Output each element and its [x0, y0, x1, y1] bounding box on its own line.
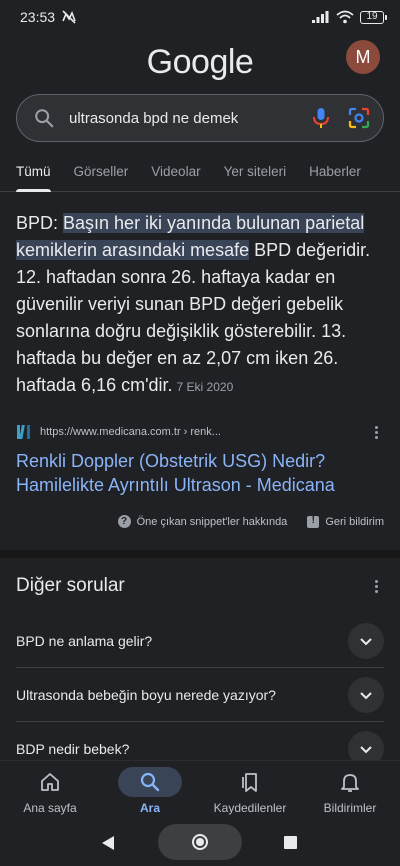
feedback-link[interactable]: Geri bildirim: [307, 515, 384, 528]
tab-all[interactable]: Tümü: [16, 156, 51, 192]
recent-apps-icon[interactable]: [284, 836, 297, 849]
account-avatar[interactable]: M: [346, 40, 380, 74]
related-questions: Diğer sorular BPD ne anlama gelir? Ultra…: [0, 558, 400, 776]
wifi-icon: [336, 10, 354, 24]
bottom-navigation: Ana sayfa Ara Kaydedilenler Bildirimler: [0, 760, 400, 824]
question-text: Ultrasonda bebeğin boyu nerede yazıyor?: [16, 686, 276, 703]
tab-images[interactable]: Görseller: [74, 156, 129, 191]
status-time: 23:53: [20, 9, 56, 25]
dnd-off-icon: [62, 10, 76, 24]
system-navigation-bar: [0, 824, 400, 866]
google-logo[interactable]: Google: [147, 43, 254, 82]
question-text: BPD ne anlama gelir?: [16, 632, 153, 649]
header: Google M: [0, 34, 400, 94]
nav-saved-label: Kaydedilenler: [213, 801, 287, 815]
more-options-icon[interactable]: [368, 577, 384, 595]
featured-snippet: BPD: Başın her iki yanında bulunan parie…: [0, 192, 400, 401]
related-questions-title: Diğer sorular: [16, 575, 125, 596]
microphone-icon[interactable]: [309, 106, 333, 130]
feedback-label: Geri bildirim: [325, 515, 384, 528]
question-row[interactable]: BPD ne anlama gelir?: [16, 614, 384, 668]
chevron-down-icon[interactable]: [348, 622, 384, 659]
more-options-icon[interactable]: [368, 423, 384, 441]
back-icon[interactable]: [102, 836, 114, 850]
bell-icon: [341, 774, 359, 792]
nav-saved[interactable]: Kaydedilenler: [200, 761, 300, 824]
question-text: BDP nedir bebek?: [16, 741, 130, 757]
about-snippets-link[interactable]: ? Öne çıkan snippet'ler hakkında: [117, 515, 288, 528]
search-tabs: Tümü Görseller Videolar Yer siteleri Hab…: [0, 156, 400, 192]
source-url: https://www.medicana.com.tr › renk...: [40, 426, 221, 438]
nav-notifications-label: Bildirimler: [323, 801, 377, 815]
battery-level: 19: [366, 11, 378, 22]
nav-home-label: Ana sayfa: [23, 801, 77, 815]
search-icon: [35, 109, 54, 128]
status-bar: 23:53 19: [0, 0, 400, 34]
feedback-icon: [307, 515, 320, 528]
nav-notifications[interactable]: Bildirimler: [300, 761, 400, 824]
result-title-link[interactable]: Renkli Doppler (Obstetrik USG) Nedir? Ha…: [16, 449, 384, 497]
feedback-bar: ? Öne çıkan snippet'ler hakkında Geri bi…: [16, 515, 384, 528]
medicana-favicon-icon: [17, 425, 30, 439]
bookmarks-icon: [242, 773, 257, 792]
search-input[interactable]: [69, 109, 295, 127]
question-row[interactable]: Ultrasonda bebeğin boyu nerede yazıyor?: [16, 668, 384, 722]
nav-search-label: Ara: [139, 801, 160, 815]
home-circle-icon: [192, 834, 208, 850]
tab-news[interactable]: Haberler: [309, 156, 361, 191]
about-snippets-label: Öne çıkan snippet'ler hakkında: [136, 515, 288, 528]
help-icon: ?: [117, 515, 131, 528]
battery-icon: 19: [360, 10, 387, 24]
tab-places[interactable]: Yer siteleri: [224, 156, 287, 191]
source-line[interactable]: https://www.medicana.com.tr › renk...: [16, 423, 384, 441]
avatar-letter: M: [355, 46, 371, 67]
chevron-down-icon[interactable]: [348, 676, 384, 713]
snippet-date: 7 Eki 2020: [176, 380, 234, 394]
snippet-body: BPD değeridir. 12. haftadan sonra 26. ha…: [16, 240, 371, 395]
nav-home[interactable]: Ana sayfa: [0, 761, 100, 824]
nav-search[interactable]: Ara: [100, 761, 200, 824]
section-divider: [0, 550, 400, 558]
tab-videos[interactable]: Videolar: [151, 156, 200, 191]
signal-icon: [312, 11, 329, 23]
search-icon: [140, 772, 160, 792]
search-box[interactable]: [16, 94, 384, 142]
home-icon: [41, 773, 59, 791]
google-lens-icon[interactable]: [347, 106, 371, 130]
home-button[interactable]: [158, 824, 242, 860]
snippet-prefix: BPD:: [16, 213, 64, 233]
